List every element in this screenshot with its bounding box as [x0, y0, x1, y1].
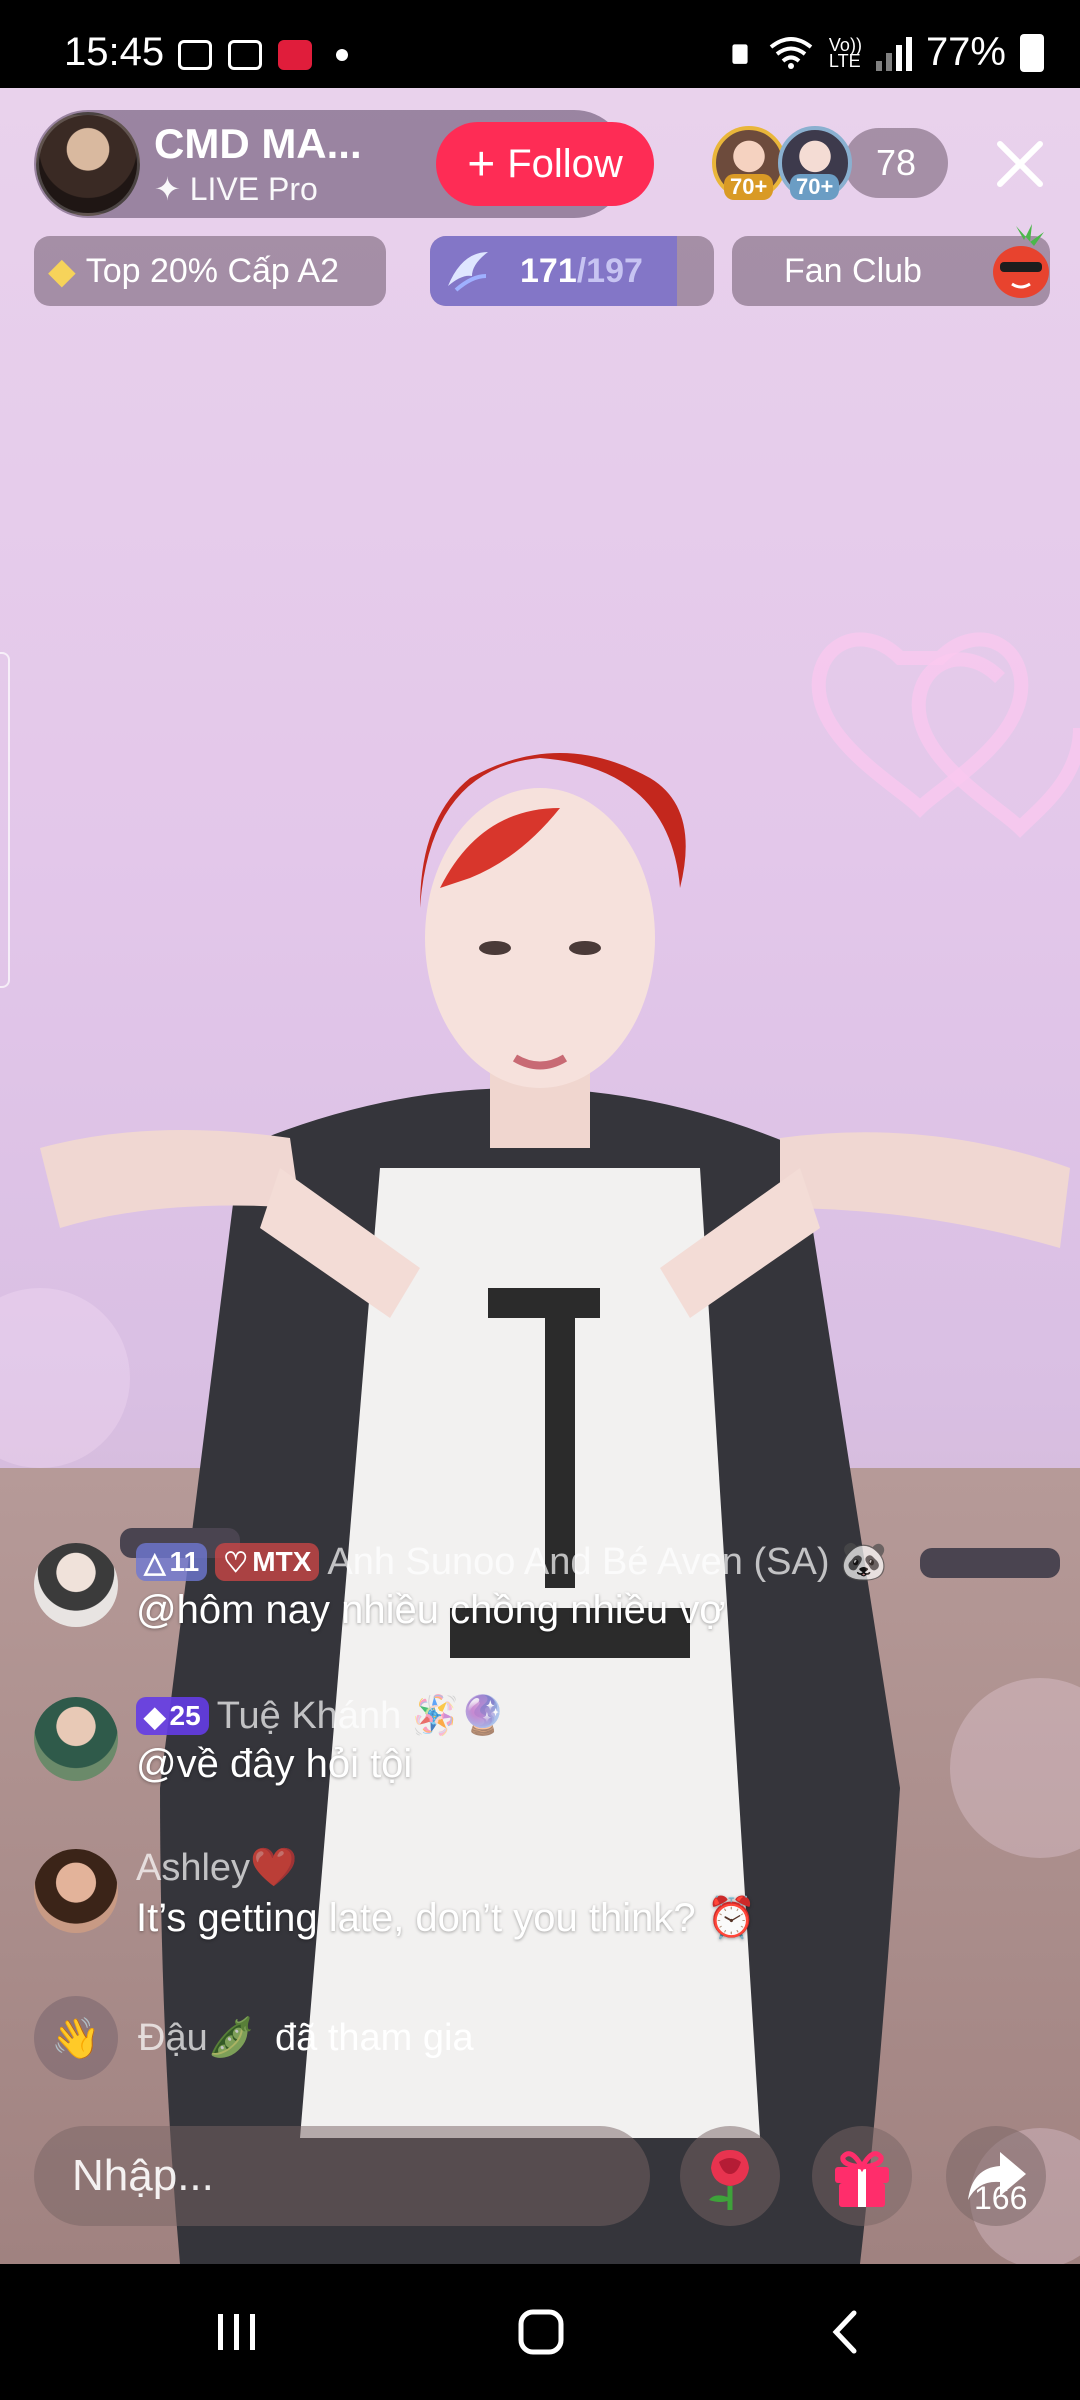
- commenter-name: Anh Sunoo And Bé Aven (SA) 🐼: [327, 1541, 888, 1583]
- rose-gift-button[interactable]: [680, 2126, 780, 2226]
- more-notifications-icon: [336, 49, 348, 61]
- sparkle-icon: ✦: [154, 171, 181, 207]
- viewer-level-badge: 70+: [724, 174, 774, 200]
- recent-apps-icon: [218, 2314, 255, 2350]
- top-rank-label: Top 20% Cấp A2: [85, 251, 339, 290]
- host-subtitle-label: LIVE Pro: [189, 171, 318, 207]
- goal-progress-value: 171: [520, 251, 577, 290]
- goal-progress-chip[interactable]: 171 /197: [430, 236, 714, 306]
- host-name: CMD MA...: [154, 120, 362, 167]
- home-icon: [518, 2309, 564, 2355]
- triangle-icon: △: [144, 1546, 166, 1578]
- plus-icon: +: [467, 137, 496, 191]
- join-event: 👋 Đậu🫛 đã tham gia: [34, 1996, 474, 2080]
- wave-hand-button[interactable]: 👋: [34, 1996, 118, 2080]
- top-rank-chip[interactable]: ◆ Top 20% Cấp A2: [34, 236, 386, 306]
- notification-icons: [178, 40, 348, 70]
- wifi-icon: [769, 36, 813, 69]
- viewer-avatar[interactable]: 70+: [778, 126, 852, 200]
- back-button[interactable]: [800, 2302, 890, 2362]
- screen-capture-icon: [228, 40, 262, 70]
- recent-apps-button[interactable]: [192, 2302, 282, 2362]
- wing-icon: [448, 252, 488, 292]
- network-type: Vo)) LTE: [828, 34, 862, 71]
- fan-club-label: Fan Club: [784, 251, 922, 290]
- app-notification-icon: [278, 40, 312, 70]
- comment-text: @hôm nay nhiều chồng nhiều vợ: [136, 1588, 726, 1632]
- gem-icon: ◆: [144, 1700, 166, 1732]
- join-text: đã tham gia: [275, 2016, 474, 2059]
- viewer-level-badge: 70+: [790, 174, 840, 200]
- back-icon: [832, 2310, 857, 2354]
- heart-icon: ♡: [223, 1546, 249, 1578]
- signal-icon: [875, 35, 912, 71]
- fan-club-mascot-icon: [993, 224, 1049, 298]
- side-drawer-handle[interactable]: [0, 652, 10, 988]
- follow-button[interactable]: + Follow: [436, 122, 654, 206]
- battery-percent: 77%: [925, 30, 1006, 74]
- comment-text: It’s getting late, don’t you think? ⏰: [136, 1896, 757, 1940]
- host-subtitle: ✦ LIVE Pro: [154, 170, 384, 208]
- diamond-icon: ◆: [48, 250, 76, 291]
- commenter-avatar[interactable]: [34, 1697, 118, 1781]
- status-right: Vo)) LTE 77%: [727, 30, 1044, 75]
- gift-button[interactable]: [812, 2126, 912, 2226]
- commenter-name: Tuệ Khánh 🪅🔮: [216, 1695, 507, 1737]
- rose-icon: [709, 2150, 749, 2210]
- status-time: 15:45: [64, 30, 165, 74]
- follow-label: Follow: [507, 141, 623, 186]
- battery-saver-icon: [732, 43, 748, 64]
- status-bar: 15:45 Vo)) LTE 77%: [0, 0, 1080, 88]
- comment-text: @về đây hỏi tội: [136, 1742, 413, 1786]
- level-badge: △ 11: [136, 1543, 208, 1581]
- gift-icon: [835, 2151, 889, 2207]
- battery-icon: [1020, 33, 1044, 72]
- share-count: 166: [974, 2180, 1028, 2216]
- host-avatar[interactable]: [36, 112, 140, 216]
- screen-capture-icon: [178, 40, 212, 70]
- host-text[interactable]: CMD MA... ✦ LIVE Pro: [154, 120, 384, 208]
- level-badge: ◆ 25: [136, 1697, 209, 1735]
- joiner-name: Đậu🫛: [138, 2017, 256, 2059]
- top-viewers[interactable]: 70+ 70+ 78: [712, 126, 948, 200]
- close-icon[interactable]: [990, 134, 1050, 194]
- goal-progress-max: /197: [576, 251, 643, 290]
- commenter-avatar[interactable]: [34, 1849, 118, 1933]
- fan-badge: ♡ MTX: [215, 1543, 320, 1581]
- viewer-avatar[interactable]: 70+: [712, 126, 786, 200]
- comment-input[interactable]: Nhập...: [34, 2126, 650, 2226]
- home-button[interactable]: [496, 2302, 586, 2362]
- host-info-pill[interactable]: CMD MA... ✦ LIVE Pro + Follow: [34, 110, 654, 218]
- fan-club-chip[interactable]: Fan Club: [732, 224, 1050, 306]
- commenter-avatar[interactable]: [34, 1543, 118, 1627]
- viewer-count[interactable]: 78: [844, 128, 948, 198]
- system-navigation-bar: [0, 2264, 1080, 2400]
- commenter-name: Ashley❤️: [136, 1847, 298, 1889]
